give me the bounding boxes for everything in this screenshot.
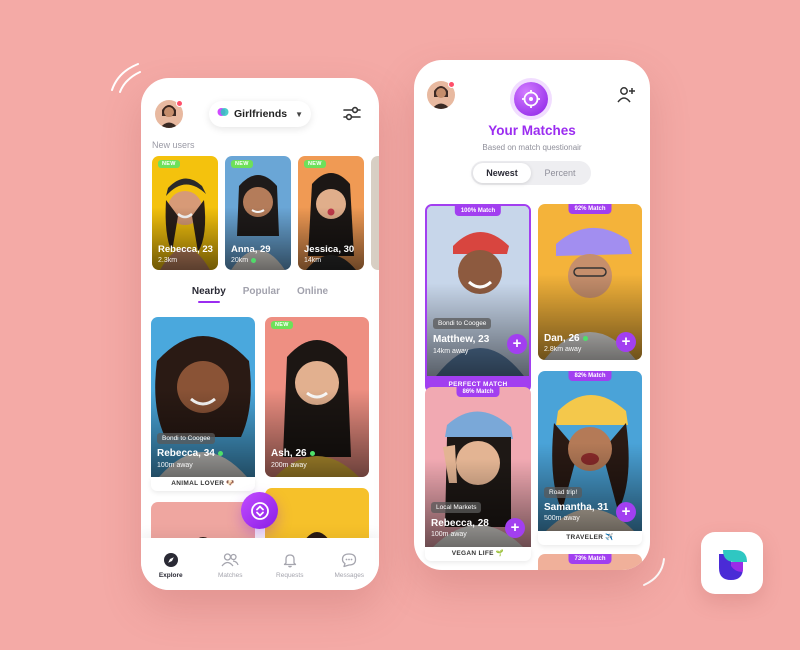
user-name-row: Ash, 26 <box>271 448 315 459</box>
user-name: Samantha, 31 <box>544 502 609 513</box>
match-logo-icon <box>514 82 548 116</box>
people-icon <box>221 552 239 566</box>
user-name: Dan, 26 <box>544 333 580 344</box>
explore-tabs: Nearby Popular Online <box>141 286 379 297</box>
page-subtitle: Based on match questionair <box>482 143 582 152</box>
online-indicator <box>217 450 223 456</box>
match-card-partial[interactable]: 73% Match <box>538 554 642 570</box>
match-card[interactable]: 92% Match Dan, 26 2.8km away + <box>538 204 642 360</box>
chat-icon <box>342 552 357 567</box>
notification-dot <box>176 100 183 107</box>
nav-label: Messages <box>334 571 365 579</box>
user-distance: 100m away <box>431 531 467 538</box>
match-percent-badge: 82% Match <box>568 371 612 381</box>
nav-explore[interactable]: Explore <box>144 552 198 579</box>
user-name: Jessica, 30 <box>304 244 355 255</box>
online-indicator <box>309 450 315 456</box>
bottom-navigation: Explore Matches Requests Messages <box>141 538 379 590</box>
page-title: Your Matches <box>488 123 576 138</box>
match-card[interactable]: 100% Match Bondi to Coogee Matthew, 23 1… <box>425 204 531 378</box>
group-selector[interactable]: Girlfriends ▼ <box>209 101 311 127</box>
segment-newest[interactable]: Newest <box>473 163 531 183</box>
user-name: Rebecca, 23 <box>158 244 213 255</box>
nav-matches[interactable]: Matches <box>203 552 257 579</box>
interest-tag: Local Markets <box>431 502 482 513</box>
new-user-card-partial[interactable] <box>371 156 379 270</box>
user-name: Rebecca, 28 <box>431 518 489 529</box>
nearby-card[interactable]: NEW Ash, 26 200m away <box>265 317 369 477</box>
online-indicator <box>251 257 257 263</box>
sort-segmented-control: Newest Percent <box>471 161 591 185</box>
new-user-card[interactable]: NEW Rebecca, 23 2.3km <box>152 156 218 270</box>
nav-label: Matches <box>217 571 243 579</box>
tab-nearby[interactable]: Nearby <box>192 286 226 297</box>
user-name-row: Rebecca, 34 <box>157 448 223 459</box>
nearby-card[interactable]: Bondi to Coogee Rebecca, 34 100m away <box>151 317 255 477</box>
nav-label: Explore <box>158 571 183 579</box>
new-badge: NEW <box>304 160 326 168</box>
user-distance: 20km <box>231 257 249 264</box>
match-percent-badge: 73% Match <box>568 554 612 564</box>
add-people-icon[interactable] <box>616 86 636 109</box>
match-card[interactable]: 86% Match Local Markets Rebecca, 28 100m… <box>425 387 531 547</box>
card-caption: TRAVELER ✈️ <box>538 531 642 545</box>
segment-percent[interactable]: Percent <box>531 163 589 183</box>
tab-popular[interactable]: Popular <box>243 286 280 297</box>
interest-tag: Bondi to Coogee <box>433 318 492 329</box>
user-distance: 500m away <box>544 515 580 522</box>
nav-label: Requests <box>276 571 304 579</box>
nav-requests[interactable]: Requests <box>263 552 317 579</box>
chevron-up-down-icon <box>250 501 269 520</box>
decorative-arc-top-left <box>108 60 148 100</box>
chevron-down-icon: ▼ <box>295 109 303 119</box>
user-distance: 100m away <box>157 462 193 469</box>
add-match-button[interactable]: + <box>505 518 525 538</box>
card-caption: VEGAN LIFE 🌱 <box>425 547 531 561</box>
add-match-button[interactable]: + <box>616 332 636 352</box>
user-name: Ash, 26 <box>271 448 307 459</box>
match-percent-badge: 92% Match <box>568 204 612 214</box>
new-badge: NEW <box>158 160 180 168</box>
sliders-icon[interactable] <box>343 106 361 127</box>
user-distance-row: 20km <box>231 257 257 264</box>
online-indicator <box>582 335 588 341</box>
card-caption: ANIMAL LOVER 🐶 <box>151 477 255 491</box>
new-user-card[interactable]: NEW Anna, 29 20km <box>225 156 291 270</box>
user-distance: 2.8km away <box>544 346 582 353</box>
explore-fab-button[interactable] <box>241 492 278 529</box>
user-name: Matthew, 23 <box>433 334 490 345</box>
user-distance: 200m away <box>271 462 307 469</box>
app-logo-icon <box>701 532 763 594</box>
explore-screen: Girlfriends ▼ New users NEW Rebecca, 23 … <box>141 78 379 590</box>
compass-icon <box>163 552 178 567</box>
user-name-row: Dan, 26 <box>544 333 588 344</box>
notification-dot <box>448 81 455 88</box>
group-selector-label: Girlfriends <box>234 108 288 120</box>
user-distance: 2.3km <box>158 257 178 264</box>
interest-tag: Road trip! <box>544 487 583 498</box>
add-match-button[interactable]: + <box>616 502 636 522</box>
user-distance: 14km <box>304 257 322 264</box>
match-percent-badge: 100% Match <box>454 206 502 216</box>
matches-screen: Your Matches Based on match questionair … <box>414 60 650 570</box>
bell-icon <box>283 553 296 567</box>
nav-messages[interactable]: Messages <box>322 552 376 579</box>
new-users-label: New users <box>152 140 195 150</box>
new-badge: NEW <box>231 160 253 168</box>
new-badge: NEW <box>271 321 293 329</box>
group-icon <box>217 105 229 123</box>
match-card[interactable]: 82% Match Road trip! Samantha, 31 500m a… <box>538 371 642 531</box>
add-match-button[interactable]: + <box>507 334 527 354</box>
user-distance: 14km away <box>433 348 469 355</box>
user-name: Rebecca, 34 <box>157 448 215 459</box>
tab-online[interactable]: Online <box>297 286 328 297</box>
user-name: Anna, 29 <box>231 244 271 255</box>
new-user-card[interactable]: NEW Jessica, 30 14km <box>298 156 364 270</box>
match-percent-badge: 86% Match <box>456 387 500 397</box>
interest-tag: Bondi to Coogee <box>157 433 216 444</box>
